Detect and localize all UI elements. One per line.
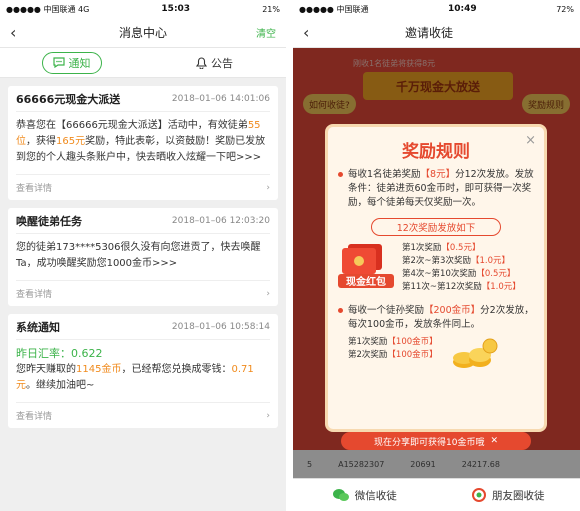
moments-icon xyxy=(472,488,486,502)
modal-title: 奖励规则 xyxy=(402,142,470,162)
reward-schedule-pill: 12次奖励发放如下 xyxy=(371,218,501,236)
card-title: 唤醒徒弟任务 xyxy=(16,214,82,228)
card-title: 系统通知 xyxy=(16,320,60,334)
coin-schedule: 第1次奖励【100金币】 第2次奖励【100金币】 xyxy=(328,336,544,370)
chat-bubble-icon xyxy=(52,57,65,68)
coin-item: 第2次奖励【100金币】 xyxy=(348,350,438,360)
rule-grand-apprentice: 每收一个徒孙奖励【200金币】分2次发放，每次100金币，发放条件同上。 xyxy=(328,304,544,332)
page-title: 消息中心 xyxy=(118,26,167,40)
share-tip-banner[interactable]: 现在分享即可获得10金币哦 ✕ xyxy=(341,432,531,450)
reward-item: 第2次~第3次奖励【1.0元】 xyxy=(402,256,510,266)
card-time: 2018–01–06 10:58:14 xyxy=(171,321,270,332)
status-time: 15:03 xyxy=(161,4,191,14)
view-details-link[interactable]: 查看详情 › xyxy=(16,174,270,200)
message-center-screen: ●●●●● 中国联通 4G 15:03 21% ‹ 消息中心 清空 通知 公告 xyxy=(0,0,286,511)
nav-bar: ‹ 消息中心 清空 xyxy=(0,18,286,48)
wechat-invite-button[interactable]: 微信收徒 xyxy=(293,479,437,511)
reward-item: 第4次~第10次奖励【0.5元】 xyxy=(402,269,516,279)
card-body: 您的徒弟173****5306很久没有向您进贡了，快去唤醒Ta，成功唤醒奖励您1… xyxy=(16,242,261,269)
tab-label: 通知 xyxy=(68,56,91,70)
status-bar: ●●●●● 中国联通 4G 15:03 21% xyxy=(0,0,286,18)
status-bar: ●●●●● 中国联通 10:49 72% xyxy=(293,0,580,18)
carrier-label: ●●●●● 中国联通 xyxy=(299,4,369,14)
share-bar: 微信收徒 朋友圈收徒 xyxy=(293,478,580,511)
card-title: 66666元现金大派送 xyxy=(16,92,121,106)
notification-card[interactable]: 系统通知 2018–01–06 10:58:14 昨日汇率：0.622 您昨天赚… xyxy=(8,314,278,428)
battery-label: 21% xyxy=(262,4,280,14)
card-body: 恭喜您在【66666元现金大派送】活动中，有效徒弟55位，获得165元奖励，特此… xyxy=(16,120,266,163)
card-time: 2018–01–06 12:03:20 xyxy=(171,215,270,226)
reward-rules-modal: × 奖励规则 每收1名徒弟奖励【8元】分12次发放。发放条件：徒弟进贡60金币时… xyxy=(325,124,547,432)
close-icon[interactable]: × xyxy=(525,133,536,148)
tab-announcements[interactable]: 公告 xyxy=(143,48,286,77)
close-icon[interactable]: ✕ xyxy=(490,436,498,446)
notification-card[interactable]: 唤醒徒弟任务 2018–01–06 12:03:20 您的徒弟173****53… xyxy=(8,208,278,306)
card-body: 昨日汇率：0.622 您昨天赚取的1145金币，已经帮您兑换成零钱：0.71元。… xyxy=(16,340,270,402)
chevron-right-icon: › xyxy=(266,288,270,299)
gold-coins-icon xyxy=(452,338,498,368)
reward-schedule: 现金红包 第1次奖励【0.5元】 第2次~第3次奖励【1.0元】 第4次~第10… xyxy=(328,242,544,294)
exchange-rate: 昨日汇率：0.622 xyxy=(16,347,103,360)
battery-label: 72% xyxy=(556,4,574,14)
coin-item: 第1次奖励【100金币】 xyxy=(348,337,438,347)
view-details-link[interactable]: 查看详情 › xyxy=(16,280,270,306)
view-details-link[interactable]: 查看详情 › xyxy=(16,402,270,428)
carrier-label: ●●●●● 中国联通 4G xyxy=(6,4,90,14)
tab-label: 公告 xyxy=(211,56,233,70)
moments-invite-button[interactable]: 朋友圈收徒 xyxy=(437,479,580,511)
coin-list: 第1次奖励【100金币】 第2次奖励【100金币】 xyxy=(348,336,438,370)
status-time: 10:49 xyxy=(448,4,477,14)
clear-button[interactable]: 清空 xyxy=(236,25,276,40)
tab-bar: 通知 公告 xyxy=(0,48,286,78)
tab-notifications[interactable]: 通知 xyxy=(0,48,143,77)
page-title: 邀请收徒 xyxy=(405,26,454,40)
chevron-right-icon: › xyxy=(266,182,270,193)
red-envelope-icon: 现金红包 xyxy=(338,242,394,290)
notification-card[interactable]: 66666元现金大派送 2018–01–06 14:01:06 恭喜您在【666… xyxy=(8,86,278,200)
wechat-icon xyxy=(332,489,349,501)
reward-item: 第1次奖励【0.5元】 xyxy=(402,243,481,253)
chevron-right-icon: › xyxy=(266,410,270,421)
reward-list: 第1次奖励【0.5元】 第2次~第3次奖励【1.0元】 第4次~第10次奖励【0… xyxy=(402,242,521,294)
rule-apprentice: 每收1名徒弟奖励【8元】分12次发放。发放条件：徒弟进贡60金币时，即可获得一次… xyxy=(328,168,544,210)
nav-bar: ‹ 邀请收徒 xyxy=(293,18,580,48)
reward-item: 第11次~第12次奖励【1.0元】 xyxy=(402,282,521,292)
invite-apprentice-screen: ●●●●● 中国联通 10:49 72% ‹ 邀请收徒 刚收1名徒弟将获得8元 … xyxy=(293,0,580,511)
svg-text:现金红包: 现金红包 xyxy=(346,275,386,288)
divider xyxy=(286,0,293,511)
card-time: 2018–01–06 14:01:06 xyxy=(171,93,270,104)
back-icon[interactable]: ‹ xyxy=(303,23,343,42)
bell-icon xyxy=(196,56,207,69)
back-icon[interactable]: ‹ xyxy=(10,23,50,42)
